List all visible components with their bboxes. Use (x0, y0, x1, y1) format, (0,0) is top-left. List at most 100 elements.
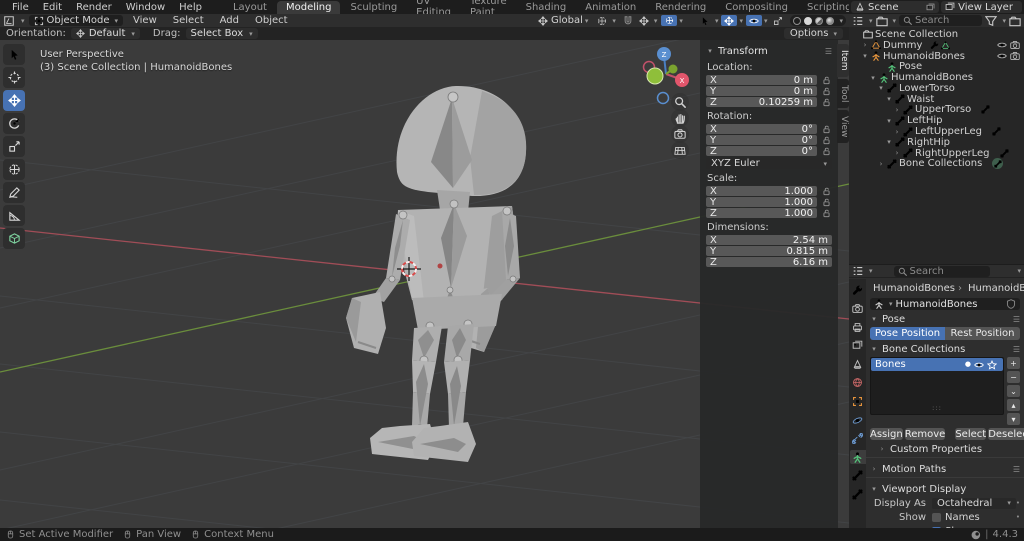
bone-collection-row-bones[interactable]: Bones ● (871, 358, 1003, 371)
menu-object[interactable]: Object (249, 14, 294, 27)
sidebar-tab-view[interactable]: View (837, 110, 849, 143)
add-collection-button[interactable]: + (1007, 357, 1020, 369)
workspace-tab-compositing[interactable]: Compositing (716, 1, 797, 14)
tool-annotate[interactable] (3, 182, 25, 203)
outliner-display-mode-icon[interactable] (876, 15, 888, 27)
mesh-data-icon[interactable] (941, 41, 950, 50)
navigation-gizmo[interactable]: Z X (640, 42, 696, 164)
object-type-visibility-dropdown[interactable] (697, 15, 713, 26)
outliner-row-rightupperleg[interactable]: › RightUpperLeg (853, 148, 1022, 159)
workspace-tab-animation[interactable]: Animation (576, 1, 645, 14)
tool-scale[interactable] (3, 136, 25, 157)
sidebar-tab-item[interactable]: Item (837, 44, 849, 77)
shading-dropdown[interactable]: ▾ (839, 17, 843, 25)
modifier-wrench-icon[interactable] (930, 41, 939, 50)
fake-user-shield-icon[interactable] (1006, 299, 1016, 309)
disable-render-camera-icon[interactable] (1010, 51, 1020, 61)
lock-icon[interactable] (820, 76, 832, 85)
tool-cursor[interactable] (3, 67, 25, 88)
tab-object-data[interactable] (850, 450, 866, 464)
breadcrumb-object[interactable]: HumanoidBones (873, 283, 955, 294)
proportional-editing-toggle[interactable] (661, 15, 677, 26)
scale-y-field[interactable]: Y1.000 (706, 197, 817, 207)
rotation-mode-dropdown[interactable]: XYZ Euler▾ (706, 158, 832, 169)
move-down-button[interactable]: ▾ (1007, 413, 1020, 425)
outliner-row-humanoidbones-data[interactable]: ▾ HumanoidBones (853, 72, 1022, 83)
outliner-row-scene-collection[interactable]: Scene Collection (853, 29, 1022, 40)
outliner-row-uppertorso[interactable]: › UpperTorso (853, 105, 1022, 116)
motion-paths-panel-header[interactable]: ›Motion Paths☰ (870, 463, 1020, 475)
tab-object-constraints[interactable] (850, 432, 866, 446)
show-gizmos-toggle[interactable] (721, 15, 737, 26)
properties-editor-type-icon[interactable] (852, 265, 864, 277)
new-scene-icon[interactable] (926, 3, 935, 12)
list-resize-grip[interactable]: ::: (932, 404, 942, 412)
tab-view-layer[interactable] (850, 339, 866, 353)
menu-render[interactable]: Render (70, 1, 118, 14)
scene-selector[interactable]: Scene (851, 1, 939, 13)
menu-select[interactable]: Select (167, 14, 210, 27)
lock-icon[interactable] (820, 198, 832, 207)
outliner-row-leftupperleg[interactable]: › LeftUpperLeg (853, 126, 1022, 137)
location-y-field[interactable]: Y0 m (706, 86, 817, 96)
sidebar-tab-tool[interactable]: Tool (837, 79, 849, 108)
rotation-z-field[interactable]: Z0° (706, 146, 817, 156)
lock-icon[interactable] (820, 98, 832, 107)
editor-type-icon[interactable] (3, 15, 15, 27)
outliner-row-bone-collections[interactable]: › Bone Collections (853, 159, 1022, 170)
shading-material-icon[interactable] (815, 17, 823, 25)
breadcrumb-data[interactable]: HumanoidBones (968, 283, 1024, 294)
scale-x-field[interactable]: X1.000 (706, 186, 817, 196)
location-z-field[interactable]: Z0.10259 m (706, 97, 817, 107)
tab-scene[interactable] (850, 357, 866, 371)
orientation-dropdown[interactable]: Default▾ (71, 28, 140, 39)
star-icon[interactable] (987, 360, 997, 370)
shading-rendered-icon[interactable] (826, 17, 834, 25)
outliner-row-waist[interactable]: ▾ Waist (853, 94, 1022, 105)
workspace-tab-sculpting[interactable]: Sculpting (341, 1, 406, 14)
tool-add-cube[interactable] (3, 228, 25, 249)
dimensions-z-field[interactable]: Z6.16 m (706, 257, 832, 267)
axis-neg-z-ball[interactable] (658, 93, 669, 104)
snap-toggle[interactable] (620, 15, 636, 26)
options-button[interactable]: Options▾ (784, 28, 843, 39)
scale-z-field[interactable]: Z1.000 (706, 208, 817, 218)
workspace-tab-layout[interactable]: Layout (224, 1, 276, 14)
drag-dropdown[interactable]: Select Box▾ (186, 28, 258, 39)
bone-collections-list[interactable]: Bones ● ::: (870, 357, 1004, 415)
transform-panel-header[interactable]: ▾Transform☰ (706, 44, 832, 58)
custom-properties-panel-header[interactable]: ›Custom Properties (870, 443, 1020, 455)
tab-bone[interactable] (850, 469, 866, 483)
hide-eye-icon[interactable] (997, 40, 1007, 50)
tool-select-box[interactable] (3, 44, 25, 65)
menu-window[interactable]: Window (120, 1, 171, 14)
outliner-editor-type-icon[interactable] (852, 15, 864, 27)
disable-render-camera-icon[interactable] (1010, 40, 1020, 50)
bone-collections-panel-header[interactable]: ▾Bone Collections☰ (870, 343, 1020, 355)
tab-output[interactable] (850, 320, 866, 334)
animate-dot[interactable]: • (1016, 513, 1020, 521)
tool-move[interactable] (3, 90, 25, 111)
tool-rotate[interactable] (3, 113, 25, 134)
workspace-tab-shading[interactable]: Shading (517, 1, 576, 14)
display-as-dropdown[interactable]: Octahedral▾ (932, 498, 1016, 509)
location-x-field[interactable]: X0 m (706, 75, 817, 85)
tab-object[interactable] (850, 395, 866, 409)
menu-file[interactable]: File (6, 1, 35, 14)
tool-measure[interactable] (3, 205, 25, 226)
humanoid-character[interactable] (346, 86, 526, 462)
xray-toggle[interactable] (770, 15, 786, 26)
mode-selector[interactable]: Object Mode▾ (29, 15, 124, 26)
remove-button[interactable]: Remove (905, 428, 946, 440)
shading-wireframe-icon[interactable] (793, 17, 801, 25)
3d-viewport[interactable]: User Perspective (3) Scene Collection | … (0, 40, 849, 528)
outliner-row-righthip[interactable]: ▾ RightHip (853, 137, 1022, 148)
tool-transform[interactable] (3, 159, 25, 180)
animate-dot[interactable]: • (1016, 499, 1020, 507)
rest-position-button[interactable]: Rest Position (945, 327, 1020, 340)
new-collection-icon[interactable] (1009, 15, 1021, 27)
menu-help[interactable]: Help (173, 1, 208, 14)
pivot-point-dropdown[interactable] (594, 15, 610, 26)
move-up-button[interactable]: ▴ (1007, 399, 1020, 411)
filter-icon[interactable] (985, 15, 997, 27)
